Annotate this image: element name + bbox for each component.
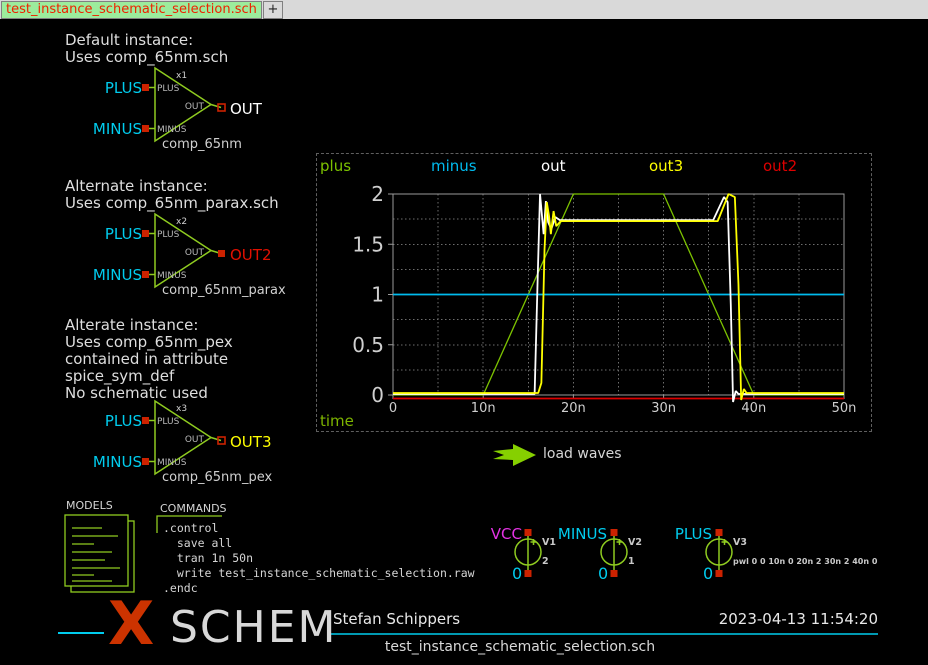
load-waves-label[interactable]: load waves [543, 446, 622, 462]
pin-square-v3-top[interactable] [716, 529, 723, 536]
net-label-minus-x1[interactable]: MINUS [72, 120, 142, 138]
y-tick-label: 2 [371, 182, 384, 206]
symbol-pin-minus-x1: MINUS [157, 125, 186, 135]
value-v2[interactable]: 1 [628, 556, 635, 567]
instance3-heading-line1: Alterate instance: [65, 316, 198, 334]
symbol-name-x3[interactable]: comp_65nm_pex [162, 470, 272, 485]
command-line-3: tran 1n 50n [163, 551, 253, 565]
net-label-gnd-v3[interactable]: 0 [703, 564, 713, 583]
pin-square-plus-x2[interactable] [142, 230, 149, 237]
waveform-plot-svg: 0 10n 20n 30n 40n 50n 0 0.5 1 1.5 2 [317, 154, 871, 431]
pin-square-v1-top[interactable] [525, 529, 532, 536]
instance2-heading-line2: Uses comp_65nm_parax.sch [65, 194, 279, 212]
y-tick-label: 0.5 [352, 333, 384, 357]
symbol-name-x2[interactable]: comp_65nm_parax [162, 283, 286, 298]
symbol-pin-plus-x3: PLUS [157, 417, 179, 427]
value-v3[interactable]: pwl 0 0 10n 0 20n 2 30n 2 40n 0 [733, 557, 877, 566]
pin-square-v2-bottom[interactable] [611, 570, 618, 577]
instance3-heading-line4: spice_sym_def [65, 367, 174, 385]
net-label-plus-x1[interactable]: PLUS [80, 79, 142, 97]
x-tick-label: 40n [741, 401, 766, 416]
author-name: Stefan Schippers [333, 610, 460, 628]
xschem-logo-x: X [108, 594, 154, 654]
pin-square-v1-bottom[interactable] [525, 570, 532, 577]
pin-square-minus-x2[interactable] [142, 271, 149, 278]
command-line-2: save all [163, 536, 232, 550]
x-axis-title: time [320, 412, 354, 430]
command-line-5: .endc [163, 581, 198, 595]
x-tick-label: 50n [832, 401, 857, 416]
net-label-gnd-v1[interactable]: 0 [512, 564, 522, 583]
xschem-window: { "tab_bar": { "active_tab": "test_insta… [0, 0, 928, 665]
instance3-heading-line3: contained in attribute [65, 350, 228, 368]
net-label-out3-x3[interactable]: OUT3 [230, 433, 272, 451]
waveform-graph[interactable]: plusminusoutout3out2 010n20n30n40n50n00.… [316, 153, 872, 432]
x-tick-label: 0 [389, 401, 397, 416]
pin-square-v3-bottom[interactable] [716, 570, 723, 577]
commands-label: COMMANDS [160, 502, 227, 515]
pin-square-plus-x3[interactable] [142, 417, 149, 424]
y-tick-label: 1.5 [352, 232, 384, 256]
x-tick-label: 20n [561, 401, 586, 416]
instance1-heading-line2: Uses comp_65nm.sch [65, 48, 228, 66]
designator-x2[interactable]: x2 [176, 217, 187, 227]
symbol-pin-out-x3: OUT [172, 435, 204, 445]
pin-square-minus-x3[interactable] [142, 458, 149, 465]
designator-v3[interactable]: V3 [733, 537, 747, 548]
pin-square-plus-x1[interactable] [142, 84, 149, 91]
y-tick-label: 1 [371, 283, 384, 307]
instance3-heading-line2: Uses comp_65nm_pex [65, 333, 233, 351]
net-label-minus-x3[interactable]: MINUS [72, 453, 142, 471]
pin-square-out-x2[interactable] [218, 250, 225, 257]
symbol-pin-minus-x2: MINUS [157, 271, 186, 281]
net-label-out-x1[interactable]: OUT [230, 100, 262, 118]
net-label-plus-x3[interactable]: PLUS [80, 412, 142, 430]
wire-out[interactable] [211, 438, 221, 441]
pin-square-v2-top[interactable] [611, 529, 618, 536]
symbol-pin-out-x1: OUT [172, 102, 204, 112]
sheet-title: test_instance_schematic_selection.sch [320, 639, 720, 655]
command-line-1: .control [163, 521, 218, 535]
models-document-icon[interactable] [65, 515, 134, 592]
net-label-plus-x2[interactable]: PLUS [80, 225, 142, 243]
wave-out3 [393, 194, 844, 400]
designator-v2[interactable]: V2 [628, 537, 642, 548]
symbol-pin-minus-x3: MINUS [157, 458, 186, 468]
pin-square-minus-x1[interactable] [142, 125, 149, 132]
net-label-minus-x2[interactable]: MINUS [72, 266, 142, 284]
models-label: MODELS [66, 499, 113, 512]
instance3-heading-line5: No schematic used [65, 384, 208, 402]
net-label-minus-src[interactable]: MINUS [537, 525, 607, 543]
net-label-plus-src[interactable]: PLUS [642, 525, 712, 543]
net-label-out2-x2[interactable]: OUT2 [230, 246, 272, 264]
x-tick-label: 30n [651, 401, 676, 416]
symbol-name-x1[interactable]: comp_65nm [162, 137, 242, 152]
load-waves-arrow-icon[interactable] [493, 444, 536, 466]
designator-x3[interactable]: x3 [176, 404, 187, 414]
symbol-pin-plus-x1: PLUS [157, 84, 179, 94]
instance2-heading-line1: Alternate instance: [65, 177, 208, 195]
value-v1[interactable]: 2 [542, 556, 549, 567]
symbol-pin-plus-x2: PLUS [157, 230, 179, 240]
symbol-pin-out-x2: OUT [172, 248, 204, 258]
command-line-4: write test_instance_schematic_selection.… [163, 566, 475, 580]
net-label-vcc[interactable]: VCC [472, 525, 522, 543]
x-tick-label: 10n [471, 401, 496, 416]
xschem-logo-text: SCHEM [170, 604, 338, 652]
y-tick-label: 0 [371, 383, 384, 407]
designator-x1[interactable]: x1 [176, 71, 187, 81]
net-label-gnd-v2[interactable]: 0 [598, 564, 608, 583]
instance1-heading-line1: Default instance: [65, 31, 193, 49]
wire-out[interactable] [211, 105, 221, 108]
timestamp: 2023-04-13 11:54:20 [690, 610, 878, 628]
